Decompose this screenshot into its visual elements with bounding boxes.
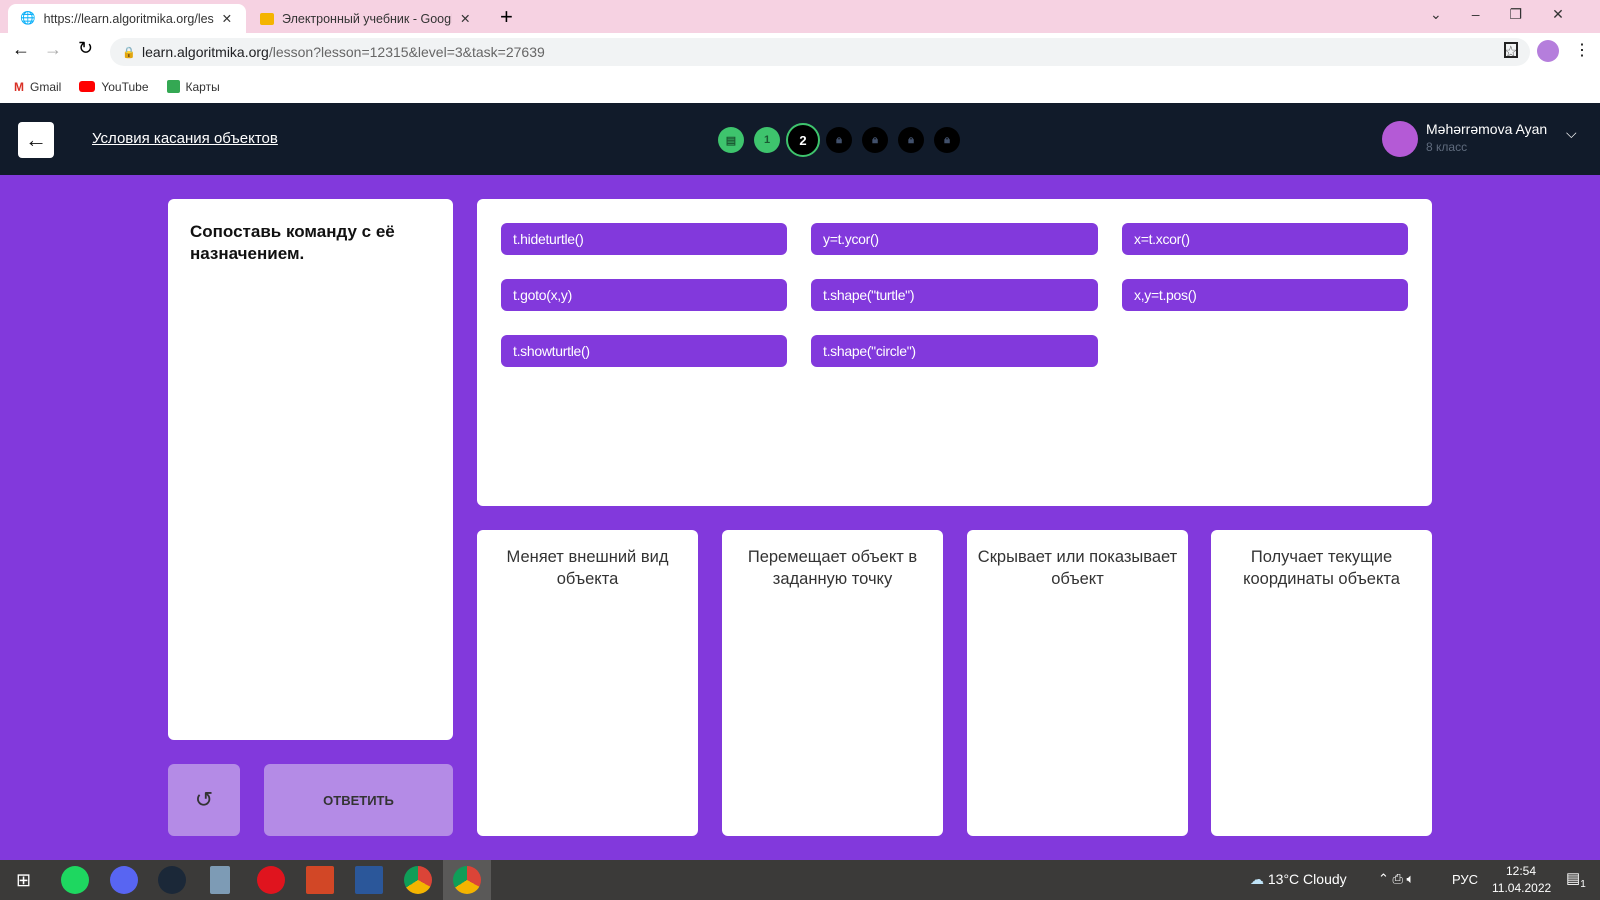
window-controls[interactable]: ⌄–❐✕ <box>1430 6 1594 23</box>
reload-icon[interactable]: ↻ <box>78 38 93 59</box>
command-chip[interactable]: t.showturtle() <box>501 335 787 367</box>
step-label: 1 <box>763 134 771 146</box>
lock-icon: 🔒︎ <box>872 133 878 146</box>
windows-start-icon[interactable]: ⊞ <box>16 870 31 891</box>
lock-icon: 🔒︎ <box>836 133 842 146</box>
menu-icon[interactable]: ⋮ <box>1574 40 1590 60</box>
notification-count: 1 <box>1580 879 1586 890</box>
document-icon: ▤ <box>725 134 737 147</box>
step-locked: 🔒︎ <box>862 127 888 153</box>
spotify-icon[interactable] <box>61 866 89 894</box>
weather-widget[interactable]: ☁ 13°C Cloudy <box>1250 871 1347 888</box>
bookmarks-bar: M Gmail YouTube Карты <box>0 70 1600 103</box>
reset-button[interactable]: ↺ <box>168 764 240 836</box>
forward-icon[interactable]: → <box>44 39 62 60</box>
user-class: 8 класс <box>1426 140 1468 154</box>
new-tab-button[interactable]: + <box>500 4 513 30</box>
date: 11.04.2022 <box>1492 881 1552 895</box>
category-label: Перемещает объект в заданную точку <box>747 548 918 588</box>
time: 12:54 <box>1505 864 1537 878</box>
category-label: Получает текущие координаты объекта <box>1243 548 1400 588</box>
tab-textbook[interactable]: Электронный учебник - Google ✕ <box>248 4 486 33</box>
tab-title: https://learn.algoritmika.org/lesson <box>43 11 214 26</box>
tab-algoritmika[interactable]: 🌐 https://learn.algoritmika.org/lesson ✕ <box>8 4 246 33</box>
category-drop-zone[interactable]: Скрывает или показывает объект <box>967 530 1188 836</box>
answer-label: ОТВЕТИТЬ <box>323 792 394 808</box>
step-locked: 🔒︎ <box>898 127 924 153</box>
chevron-down-icon[interactable]: ⌵ <box>1566 125 1577 142</box>
windows-taskbar: ⊞ ☁ 13°C Cloudy ⌃ ⎙ 🔈︎ РУС 12:54 11.04.20… <box>0 860 1600 900</box>
bookmark-maps[interactable]: Карты <box>166 79 220 94</box>
youtube-icon <box>79 81 96 92</box>
category-label: Меняет внешний вид объекта <box>506 548 669 588</box>
step-locked: 🔒︎ <box>934 127 960 153</box>
step-2-current[interactable]: 2 <box>786 123 820 157</box>
slides-icon <box>260 12 274 25</box>
category-drop-zone[interactable]: Получает текущие координаты объекта <box>1211 530 1432 836</box>
clock[interactable]: 12:54 11.04.2022 <box>1492 864 1552 895</box>
step-locked: 🔒︎ <box>826 127 852 153</box>
address-bar[interactable]: 🔒 learn.algoritmika.org/lesson?lesson=12… <box>110 38 1530 66</box>
lock-icon: 🔒︎ <box>908 133 914 146</box>
bookmark-label: Gmail <box>30 79 62 94</box>
calculator-icon[interactable] <box>210 866 230 894</box>
url-path: /lesson?lesson=12315&level=3&task=27639 <box>268 44 545 60</box>
sidepanel-icon[interactable] <box>1504 42 1518 58</box>
answer-button[interactable]: ОТВЕТИТЬ <box>264 764 453 836</box>
opera-icon[interactable] <box>257 866 285 894</box>
lock-icon: 🔒 <box>122 46 136 59</box>
bookmark-label: Карты <box>185 79 220 94</box>
bookmark-label: YouTube <box>101 79 149 94</box>
category-label: Скрывает или показывает объект <box>977 548 1178 588</box>
chrome-icon[interactable] <box>404 866 432 894</box>
url-host: learn.algoritmika.org <box>142 44 269 60</box>
category-drop-zone[interactable]: Меняет внешний вид объекта <box>477 530 698 836</box>
command-chip[interactable]: y=t.ycor() <box>811 223 1098 255</box>
app-header: ← Условия касания объектов ▤ 1 2 🔒︎ 🔒︎ 🔒… <box>0 103 1600 175</box>
browser-toolbar: ← → ↻ 🔒 learn.algoritmika.org/lesson?les… <box>0 33 1600 70</box>
step-label: 2 <box>799 132 807 148</box>
close-tab-icon[interactable]: ✕ <box>222 11 232 26</box>
command-chip[interactable]: t.shape("circle") <box>811 335 1098 367</box>
command-chip[interactable]: t.hideturtle() <box>501 223 787 255</box>
bookmark-gmail[interactable]: M Gmail <box>14 80 61 94</box>
steam-icon[interactable] <box>158 866 186 894</box>
command-chip[interactable]: x=t.xcor() <box>1122 223 1408 255</box>
notification-icon[interactable]: ▤1 <box>1566 869 1586 890</box>
undo-icon: ↺ <box>194 787 214 812</box>
command-chip[interactable]: t.goto(x,y) <box>501 279 787 311</box>
cloud-icon: ☁ <box>1250 871 1264 887</box>
chrome-icon <box>453 866 481 894</box>
maps-icon <box>166 80 180 93</box>
user-avatar[interactable] <box>1382 121 1418 157</box>
chrome-active-taskbar[interactable] <box>443 860 491 900</box>
discord-icon[interactable] <box>110 866 138 894</box>
step-theory[interactable]: ▤ <box>718 127 744 153</box>
close-tab-icon[interactable]: ✕ <box>460 11 470 26</box>
globe-icon: 🌐 <box>20 11 36 25</box>
gmail-icon: M <box>14 79 24 94</box>
browser-tab-bar: 🌐 https://learn.algoritmika.org/lesson ✕ Э… <box>0 0 1600 33</box>
word-icon[interactable] <box>355 866 383 894</box>
user-name[interactable]: Məhərrəmova Ayan <box>1426 121 1547 137</box>
commands-pool: t.hideturtle() y=t.ycor() x=t.xcor() t.g… <box>477 199 1432 506</box>
tray-icons[interactable]: ⌃ ⎙ 🔈︎ <box>1378 871 1414 887</box>
command-chip[interactable]: x,y=t.pos() <box>1122 279 1408 311</box>
back-button[interactable]: ← <box>18 122 54 158</box>
command-chip[interactable]: t.shape("turtle") <box>811 279 1098 311</box>
back-icon[interactable]: ← <box>12 39 30 60</box>
lesson-title-link[interactable]: Условия касания объектов <box>92 130 278 147</box>
lock-icon: 🔒︎ <box>944 133 950 146</box>
task-prompt-card: Сопоставь команду с её назначением. <box>168 199 453 740</box>
step-1[interactable]: 1 <box>754 127 780 153</box>
powerpoint-icon[interactable] <box>306 866 334 894</box>
profile-avatar[interactable] <box>1537 40 1559 62</box>
language-indicator[interactable]: РУС <box>1452 872 1478 887</box>
task-prompt: Сопоставь команду с её назначением. <box>190 222 395 263</box>
tab-title: Электронный учебник - Google <box>282 11 452 26</box>
bookmark-youtube[interactable]: YouTube <box>79 79 149 94</box>
category-drop-zone[interactable]: Перемещает объект в заданную точку <box>722 530 943 836</box>
weather-text: 13°C Cloudy <box>1267 871 1347 887</box>
arrow-left-icon: ← <box>25 127 47 152</box>
